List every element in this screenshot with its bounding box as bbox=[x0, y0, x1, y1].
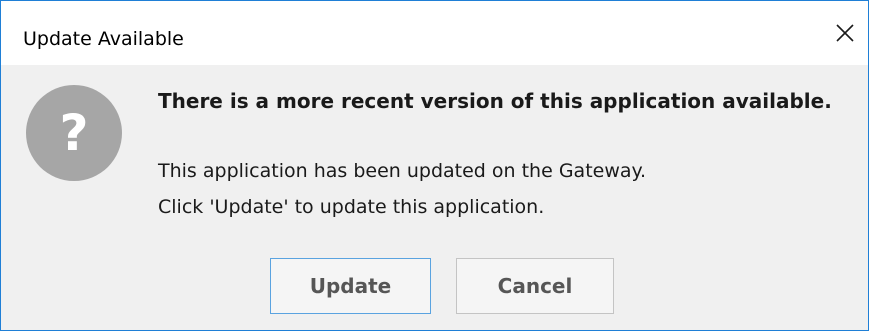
close-icon bbox=[836, 24, 854, 42]
question-icon: ? bbox=[26, 85, 122, 181]
cancel-button[interactable]: Cancel bbox=[456, 258, 614, 314]
question-glyph: ? bbox=[59, 104, 88, 162]
dialog-body: ? There is a more recent version of this… bbox=[1, 65, 868, 330]
message-line: This application has been updated on the… bbox=[158, 160, 647, 182]
headline-text: There is a more recent version of this a… bbox=[158, 89, 832, 113]
close-button[interactable] bbox=[822, 5, 868, 61]
update-button[interactable]: Update bbox=[270, 258, 431, 314]
update-available-dialog: Update Available ? There is a more recen… bbox=[0, 0, 869, 331]
message-line: Click 'Update' to update this applicatio… bbox=[158, 196, 545, 218]
dialog-title: Update Available bbox=[23, 28, 184, 50]
title-bar: Update Available bbox=[1, 1, 868, 65]
